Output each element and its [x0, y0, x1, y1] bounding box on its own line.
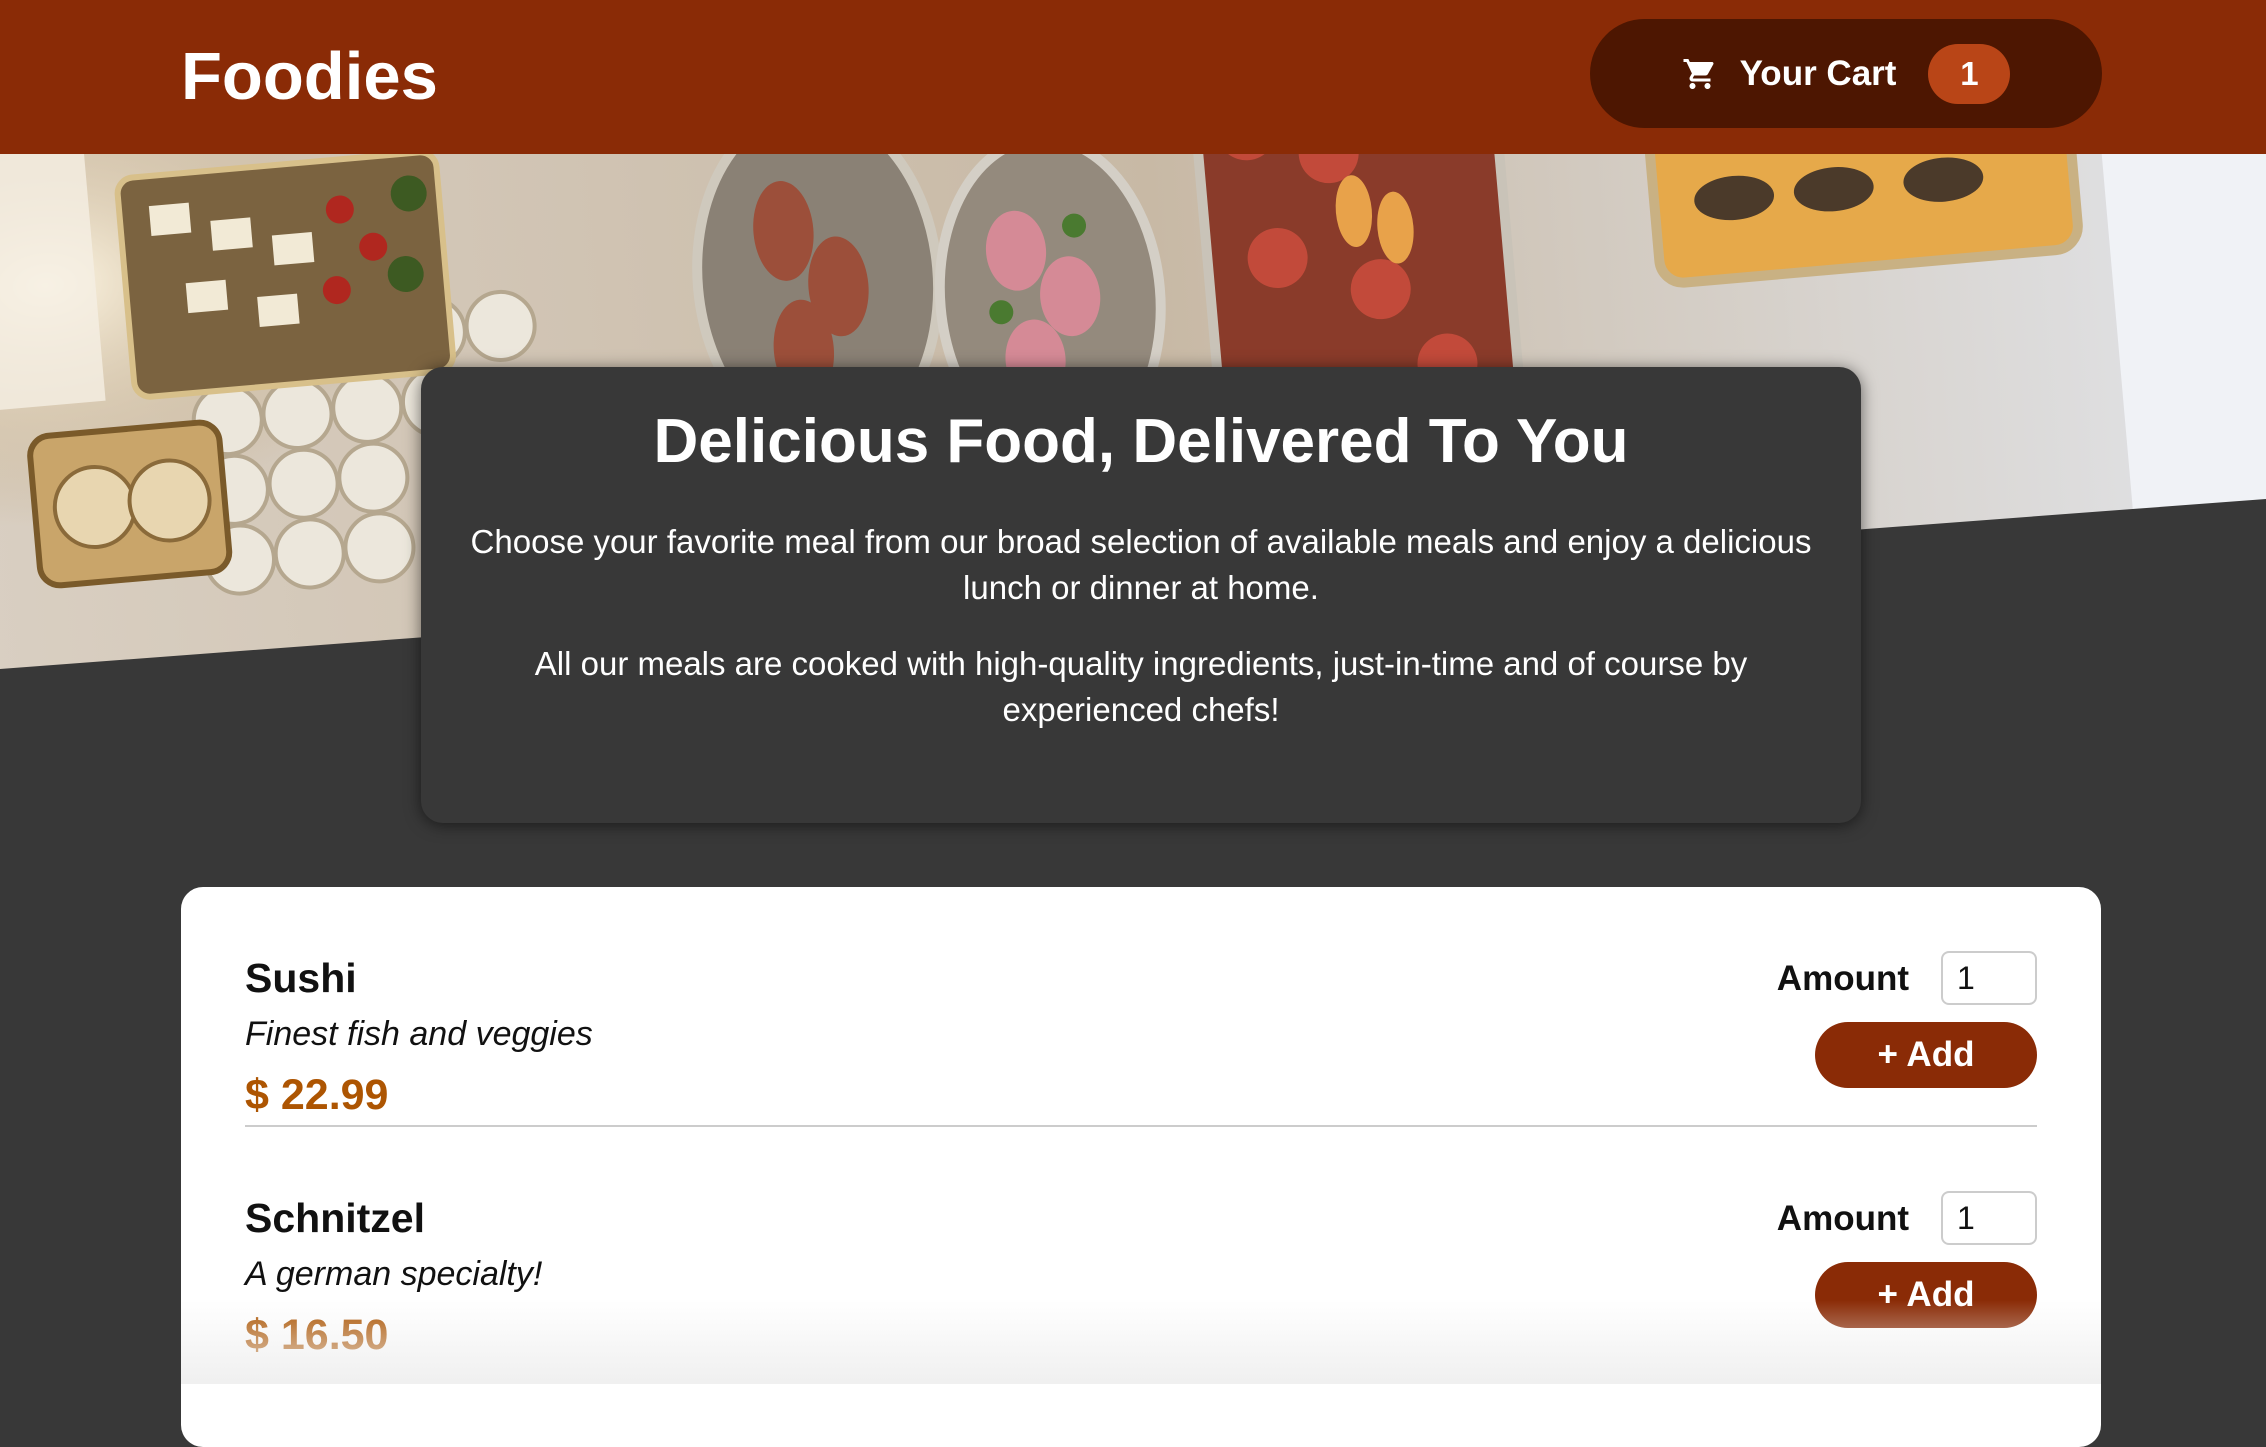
meal-description: Finest fish and veggies: [245, 1015, 593, 1053]
amount-label: Amount: [1776, 959, 1909, 998]
amount-label: Amount: [1776, 1199, 1909, 1238]
summary-card: Delicious Food, Delivered To You Choose …: [421, 367, 1861, 823]
meal-price: $ 22.99: [245, 1071, 389, 1119]
meal-name: Schnitzel: [245, 1195, 425, 1241]
app-header: Foodies Your Cart 1: [0, 0, 2266, 154]
meal-description: A german specialty!: [245, 1255, 543, 1293]
cart-button[interactable]: Your Cart 1: [1590, 19, 2102, 128]
meal-name: Sushi: [245, 955, 357, 1001]
shopping-cart-icon: [1683, 58, 1714, 89]
meals-list: Sushi Finest fish and veggies $ 22.99 Am…: [181, 887, 2101, 1447]
meal-price: $ 16.50: [245, 1311, 389, 1359]
add-to-cart-button[interactable]: + Add: [1815, 1262, 2037, 1328]
cart-count-badge: 1: [1928, 43, 2011, 104]
summary-paragraph-2: All our meals are cooked with high-quali…: [534, 645, 1748, 728]
summary-paragraph-1: Choose your favorite meal from our broad…: [470, 523, 1812, 606]
meal-item: Sushi Finest fish and veggies $ 22.99 Am…: [245, 887, 2037, 1127]
brand-title: Foodies: [181, 39, 438, 114]
cart-label: Your Cart: [1739, 53, 1897, 93]
summary-title: Delicious Food, Delivered To You: [653, 407, 1629, 476]
add-to-cart-button[interactable]: + Add: [1815, 1022, 2037, 1088]
amount-input[interactable]: [1941, 1191, 2037, 1245]
amount-input[interactable]: [1941, 951, 2037, 1005]
meal-item: Schnitzel A german specialty! $ 16.50 Am…: [245, 1127, 2037, 1367]
